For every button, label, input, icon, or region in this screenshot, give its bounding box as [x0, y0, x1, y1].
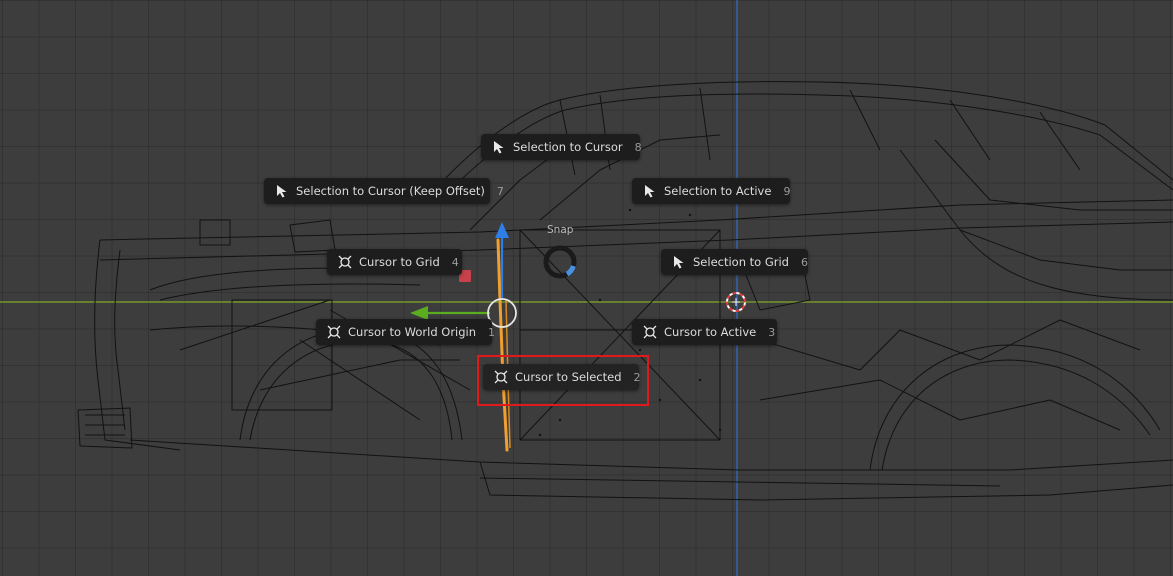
cursor-arrow-icon: [671, 254, 687, 270]
pie-item-cursor-to-grid[interactable]: Cursor to Grid 4: [327, 249, 462, 275]
pie-item-cursor-to-world-origin[interactable]: Cursor to World Origin 1: [316, 319, 495, 345]
pie-item-selection-to-grid[interactable]: Selection to Grid 6: [661, 249, 808, 275]
wireframe-scene: [0, 0, 1173, 576]
highlight-box: [477, 355, 649, 406]
pie-item-selection-to-cursor[interactable]: Selection to Cursor 8: [481, 134, 642, 160]
cursor-arrow-icon: [642, 183, 658, 199]
3d-viewport[interactable]: Snap Selection to Cursor 8 Selection to …: [0, 0, 1173, 576]
pie-item-cursor-to-active[interactable]: Cursor to Active 3: [632, 319, 777, 345]
3d-cursor-icon: [326, 324, 342, 340]
3d-cursor-icon: [337, 254, 353, 270]
pie-menu-title: Snap: [547, 224, 574, 236]
3d-cursor-icon: [642, 324, 658, 340]
cursor-arrow-icon: [274, 183, 290, 199]
cursor-arrow-icon: [491, 139, 507, 155]
pie-item-selection-to-cursor-keep-offset[interactable]: Selection to Cursor (Keep Offset) 7: [264, 178, 504, 204]
pie-item-selection-to-active[interactable]: Selection to Active 9: [632, 178, 790, 204]
